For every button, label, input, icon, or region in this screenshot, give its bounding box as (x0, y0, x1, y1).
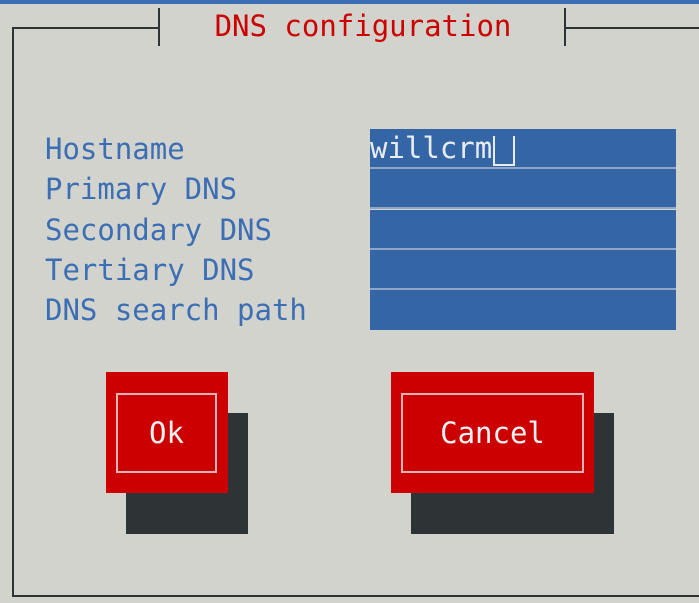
secondary-dns-label: Secondary DNS (45, 213, 272, 247)
hostname-label: Hostname (45, 132, 185, 166)
title-left-tick (158, 8, 160, 46)
cancel-button-label: Cancel (401, 393, 584, 473)
frame-top-right-line (564, 27, 699, 29)
ok-button-label: Ok (116, 393, 217, 473)
secondary-dns-field[interactable] (370, 210, 676, 250)
frame-bottom-line (12, 595, 699, 597)
cancel-button[interactable]: Cancel (391, 372, 594, 493)
window-top-edge (0, 0, 699, 4)
hostname-field[interactable]: willcrm (370, 129, 676, 169)
tertiary-dns-label: Tertiary DNS (45, 253, 255, 287)
primary-dns-field[interactable] (370, 169, 676, 209)
dns-search-path-field[interactable] (370, 290, 676, 330)
tertiary-dns-field[interactable] (370, 250, 676, 290)
hostname-field-value: willcrm (370, 131, 493, 165)
dns-search-path-label: DNS search path (45, 293, 307, 327)
frame-top-left-line (12, 27, 160, 29)
ok-button[interactable]: Ok (106, 372, 228, 493)
dialog-title: DNS configuration (197, 9, 529, 43)
dns-configuration-dialog: DNS configuration Hostname Primary DNS S… (0, 0, 699, 603)
text-cursor (493, 136, 516, 166)
frame-left-line (12, 27, 14, 597)
primary-dns-label: Primary DNS (45, 172, 238, 206)
